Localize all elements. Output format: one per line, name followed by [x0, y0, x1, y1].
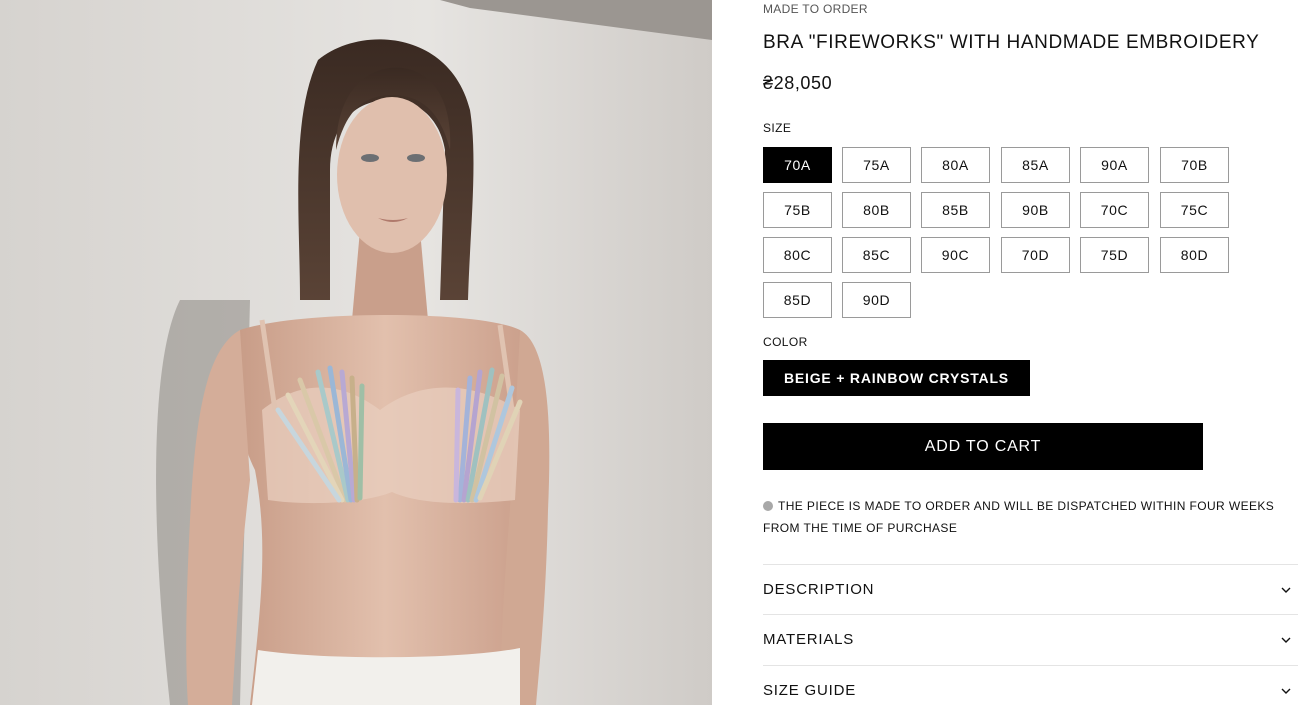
size-option-80b[interactable]: 80B [842, 192, 911, 228]
product-price: ₴28,050 [763, 73, 833, 93]
size-option-70a[interactable]: 70A [763, 147, 832, 183]
size-option-90a[interactable]: 90A [1080, 147, 1149, 183]
product-image[interactable] [0, 0, 712, 705]
size-option-90d[interactable]: 90D [842, 282, 911, 318]
size-option-70b[interactable]: 70B [1160, 147, 1229, 183]
color-option-beige-rainbow[interactable]: BEIGE + RAINBOW CRYSTALS [763, 360, 1030, 396]
notice-dot-icon [763, 501, 773, 511]
size-option-70d[interactable]: 70D [1001, 237, 1070, 273]
size-option-75a[interactable]: 75A [842, 147, 911, 183]
chevron-down-icon [1281, 688, 1291, 694]
product-title: BRA "FIREWORKS" WITH HANDMADE EMBROIDERY [763, 32, 1260, 53]
size-option-85c[interactable]: 85C [842, 237, 911, 273]
accordion-materials[interactable]: MATERIALS [763, 614, 1298, 664]
size-option-75d[interactable]: 75D [1080, 237, 1149, 273]
size-option-90c[interactable]: 90C [921, 237, 990, 273]
accordion-description[interactable]: DESCRIPTION [763, 564, 1298, 614]
add-to-cart-button[interactable]: ADD TO CART [763, 423, 1203, 470]
size-option-85b[interactable]: 85B [921, 192, 990, 228]
accordion-label: MATERIALS [763, 631, 855, 648]
size-option-80c[interactable]: 80C [763, 237, 832, 273]
size-option-75c[interactable]: 75C [1160, 192, 1229, 228]
made-to-order-label: MADE TO ORDER [763, 2, 868, 16]
made-to-order-notice: THE PIECE IS MADE TO ORDER AND WILL BE D… [763, 495, 1298, 539]
product-info: MADE TO ORDER BRA "FIREWORKS" WITH HANDM… [763, 0, 1298, 705]
size-option-85d[interactable]: 85D [763, 282, 832, 318]
model-illustration [0, 0, 712, 705]
chevron-down-icon [1281, 637, 1291, 643]
accordion-size-guide[interactable]: SIZE GUIDE [763, 665, 1298, 705]
color-label: COLOR [763, 335, 808, 349]
size-option-90b[interactable]: 90B [1001, 192, 1070, 228]
size-option-70c[interactable]: 70C [1080, 192, 1149, 228]
size-option-85a[interactable]: 85A [1001, 147, 1070, 183]
size-label: SIZE [763, 121, 792, 135]
size-option-80a[interactable]: 80A [921, 147, 990, 183]
chevron-down-icon [1281, 587, 1291, 593]
size-option-80d[interactable]: 80D [1160, 237, 1229, 273]
accordion-label: SIZE GUIDE [763, 682, 857, 699]
accordion-label: DESCRIPTION [763, 581, 875, 598]
size-option-75b[interactable]: 75B [763, 192, 832, 228]
notice-text: THE PIECE IS MADE TO ORDER AND WILL BE D… [763, 499, 1275, 535]
